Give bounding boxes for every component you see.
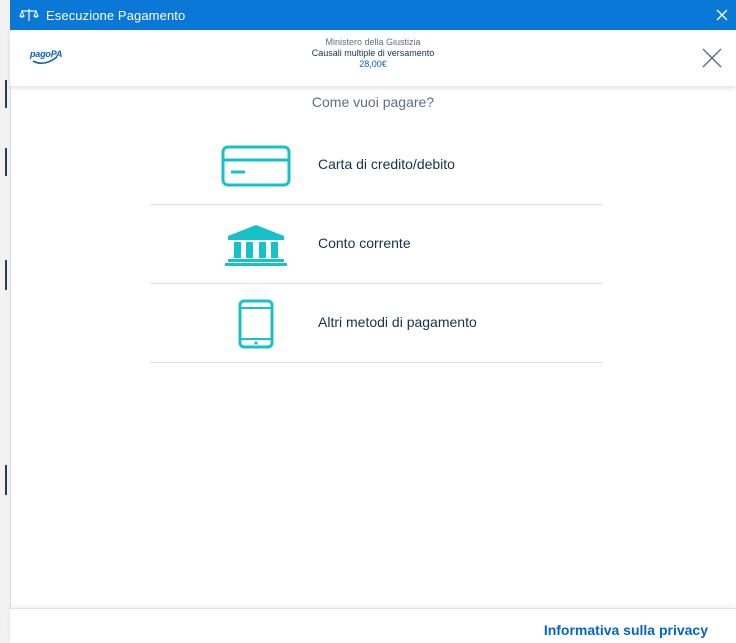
- window-title: Esecuzione Pagamento: [46, 7, 186, 23]
- payment-header: pagoPA Ministero della Giustizia Causali…: [10, 30, 736, 86]
- smartphone-icon: [220, 299, 292, 349]
- edge-marker: [5, 260, 7, 290]
- payment-methods-list: Carta di credito/debito Conto corrente A…: [150, 126, 603, 363]
- method-label: Altri metodi di pagamento: [318, 314, 477, 330]
- payment-footer: Informativa sulla privacy: [10, 608, 736, 643]
- payment-amount: 28,00€: [359, 59, 387, 69]
- payment-question: Come vuoi pagare?: [311, 94, 435, 110]
- credit-card-icon: [220, 141, 292, 191]
- payment-window: Esecuzione Pagamento pagoPA Ministero de…: [0, 0, 736, 643]
- close-icon[interactable]: [712, 5, 732, 25]
- edge-marker: [5, 80, 7, 108]
- edge-marker: [5, 465, 7, 495]
- bank-icon: [220, 220, 292, 270]
- scales-icon: [18, 7, 40, 23]
- payment-description: Causali multiple di versamento: [311, 48, 435, 58]
- payment-info: Ministero della Giustizia Causali multip…: [10, 37, 736, 70]
- method-credit-card[interactable]: Carta di credito/debito: [150, 126, 603, 205]
- close-icon[interactable]: [700, 46, 724, 70]
- method-other[interactable]: Altri metodi di pagamento: [150, 284, 603, 363]
- organization-name: Ministero della Giustizia: [325, 37, 421, 47]
- method-label: Carta di credito/debito: [318, 156, 455, 172]
- method-label: Conto corrente: [318, 235, 411, 251]
- method-bank-account[interactable]: Conto corrente: [150, 205, 603, 284]
- privacy-link[interactable]: Informativa sulla privacy: [544, 622, 708, 638]
- edge-marker: [5, 148, 7, 176]
- window-titlebar: Esecuzione Pagamento: [10, 0, 736, 30]
